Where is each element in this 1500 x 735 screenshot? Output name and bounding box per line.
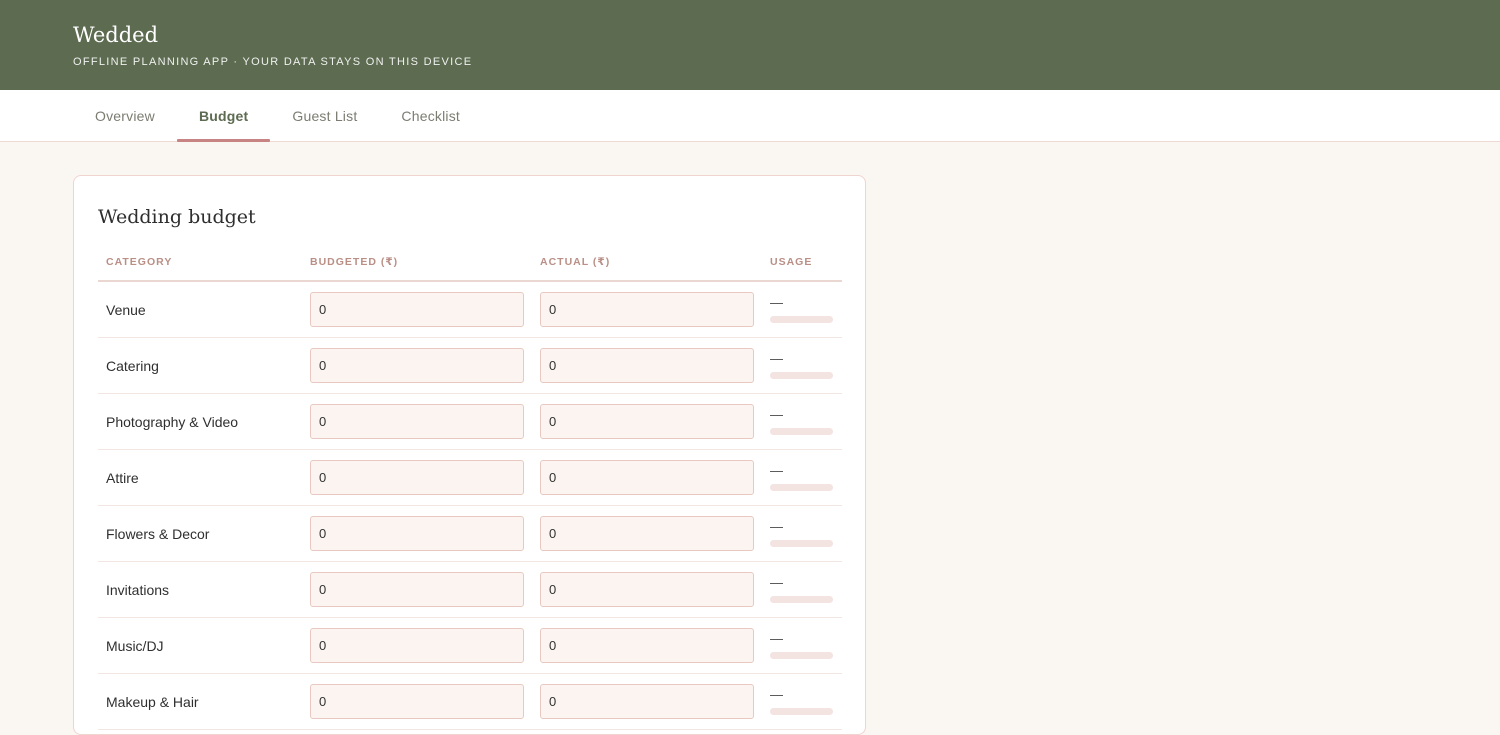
usage-value: —: [770, 575, 783, 590]
category-label: Photography & Video: [98, 393, 302, 450]
actual-input[interactable]: [540, 572, 754, 607]
budget-rows: Venue — Catering — Photography & Video —: [98, 281, 842, 730]
category-label: Catering: [98, 337, 302, 394]
column-header-category: CATEGORY: [98, 256, 302, 282]
table-row: Attire —: [98, 449, 842, 506]
category-name: Venue: [106, 301, 146, 318]
actual-input[interactable]: [540, 684, 754, 719]
actual-input[interactable]: [540, 628, 754, 663]
budgeted-input[interactable]: [310, 572, 524, 607]
usage-bar: [770, 372, 833, 379]
usage-cell: —: [762, 505, 842, 562]
budgeted-input[interactable]: [310, 684, 524, 719]
budgeted-input[interactable]: [310, 516, 524, 551]
actual-input[interactable]: [540, 292, 754, 327]
usage-value: —: [770, 295, 783, 310]
tab-bar: Overview Budget Guest List Checklist: [0, 90, 1500, 142]
app-header: Wedded OFFLINE PLANNING APP · YOUR DATA …: [0, 0, 1500, 90]
table-row: Invitations —: [98, 561, 842, 618]
table-row: Venue —: [98, 281, 842, 338]
usage-cell: —: [762, 449, 842, 506]
budgeted-input[interactable]: [310, 292, 524, 327]
usage-value: —: [770, 687, 783, 702]
usage-bar: [770, 596, 833, 603]
category-name: Invitations: [106, 581, 170, 598]
tab-guest-list[interactable]: Guest List: [270, 90, 379, 141]
actual-input[interactable]: [540, 348, 754, 383]
usage-bar: [770, 708, 833, 715]
usage-bar: [770, 540, 833, 547]
category-label: Venue: [98, 281, 302, 338]
category-name: Makeup & Hair: [106, 693, 199, 710]
tab-overview[interactable]: Overview: [73, 90, 177, 141]
budget-title: Wedding budget: [98, 206, 256, 228]
category-name: Attire: [106, 469, 139, 486]
column-header-actual: ACTUAL (₹): [532, 256, 762, 282]
category-label: Attire: [98, 449, 302, 506]
column-header-budgeted: BUDGETED (₹): [302, 256, 532, 282]
budget-header-row: CATEGORY BUDGETED (₹) ACTUAL (₹) USAGE: [98, 256, 842, 282]
app-title: Wedded: [73, 23, 159, 47]
usage-cell: —: [762, 617, 842, 674]
category-label: Flowers & Decor: [98, 505, 302, 562]
usage-bar: [770, 316, 833, 323]
table-row: Music/DJ —: [98, 617, 842, 674]
table-row: Photography & Video —: [98, 393, 842, 450]
column-header-usage: USAGE: [762, 256, 842, 282]
tab-checklist[interactable]: Checklist: [379, 90, 482, 141]
actual-input[interactable]: [540, 516, 754, 551]
app-subtitle: OFFLINE PLANNING APP · YOUR DATA STAYS O…: [73, 56, 473, 68]
usage-cell: —: [762, 281, 842, 338]
category-name: Catering: [106, 357, 159, 374]
table-row: Flowers & Decor —: [98, 505, 842, 562]
usage-bar: [770, 652, 833, 659]
usage-bar: [770, 484, 833, 491]
usage-cell: —: [762, 337, 842, 394]
table-row: Makeup & Hair —: [98, 673, 842, 730]
budgeted-input[interactable]: [310, 460, 524, 495]
usage-bar: [770, 428, 833, 435]
budget-card: Wedding budget CATEGORY BUDGETED (₹) ACT…: [73, 175, 866, 735]
budget-table: CATEGORY BUDGETED (₹) ACTUAL (₹) USAGE V…: [98, 256, 842, 730]
usage-value: —: [770, 351, 783, 366]
table-row: Catering —: [98, 337, 842, 394]
actual-input[interactable]: [540, 404, 754, 439]
tab-budget[interactable]: Budget: [176, 90, 271, 142]
usage-value: —: [770, 463, 783, 478]
usage-cell: —: [762, 561, 842, 618]
actual-input[interactable]: [540, 460, 754, 495]
budgeted-input[interactable]: [310, 628, 524, 663]
category-name: Photography & Video: [106, 413, 239, 430]
usage-cell: —: [762, 673, 842, 730]
usage-cell: —: [762, 393, 842, 450]
category-label: Invitations: [98, 561, 302, 618]
usage-value: —: [770, 407, 783, 422]
budgeted-input[interactable]: [310, 348, 524, 383]
budgeted-input[interactable]: [310, 404, 524, 439]
usage-value: —: [770, 631, 783, 646]
category-name: Music/DJ: [106, 637, 164, 654]
category-label: Music/DJ: [98, 617, 302, 674]
usage-value: —: [770, 519, 783, 534]
category-label: Makeup & Hair: [98, 673, 302, 730]
category-name: Flowers & Decor: [106, 525, 210, 542]
